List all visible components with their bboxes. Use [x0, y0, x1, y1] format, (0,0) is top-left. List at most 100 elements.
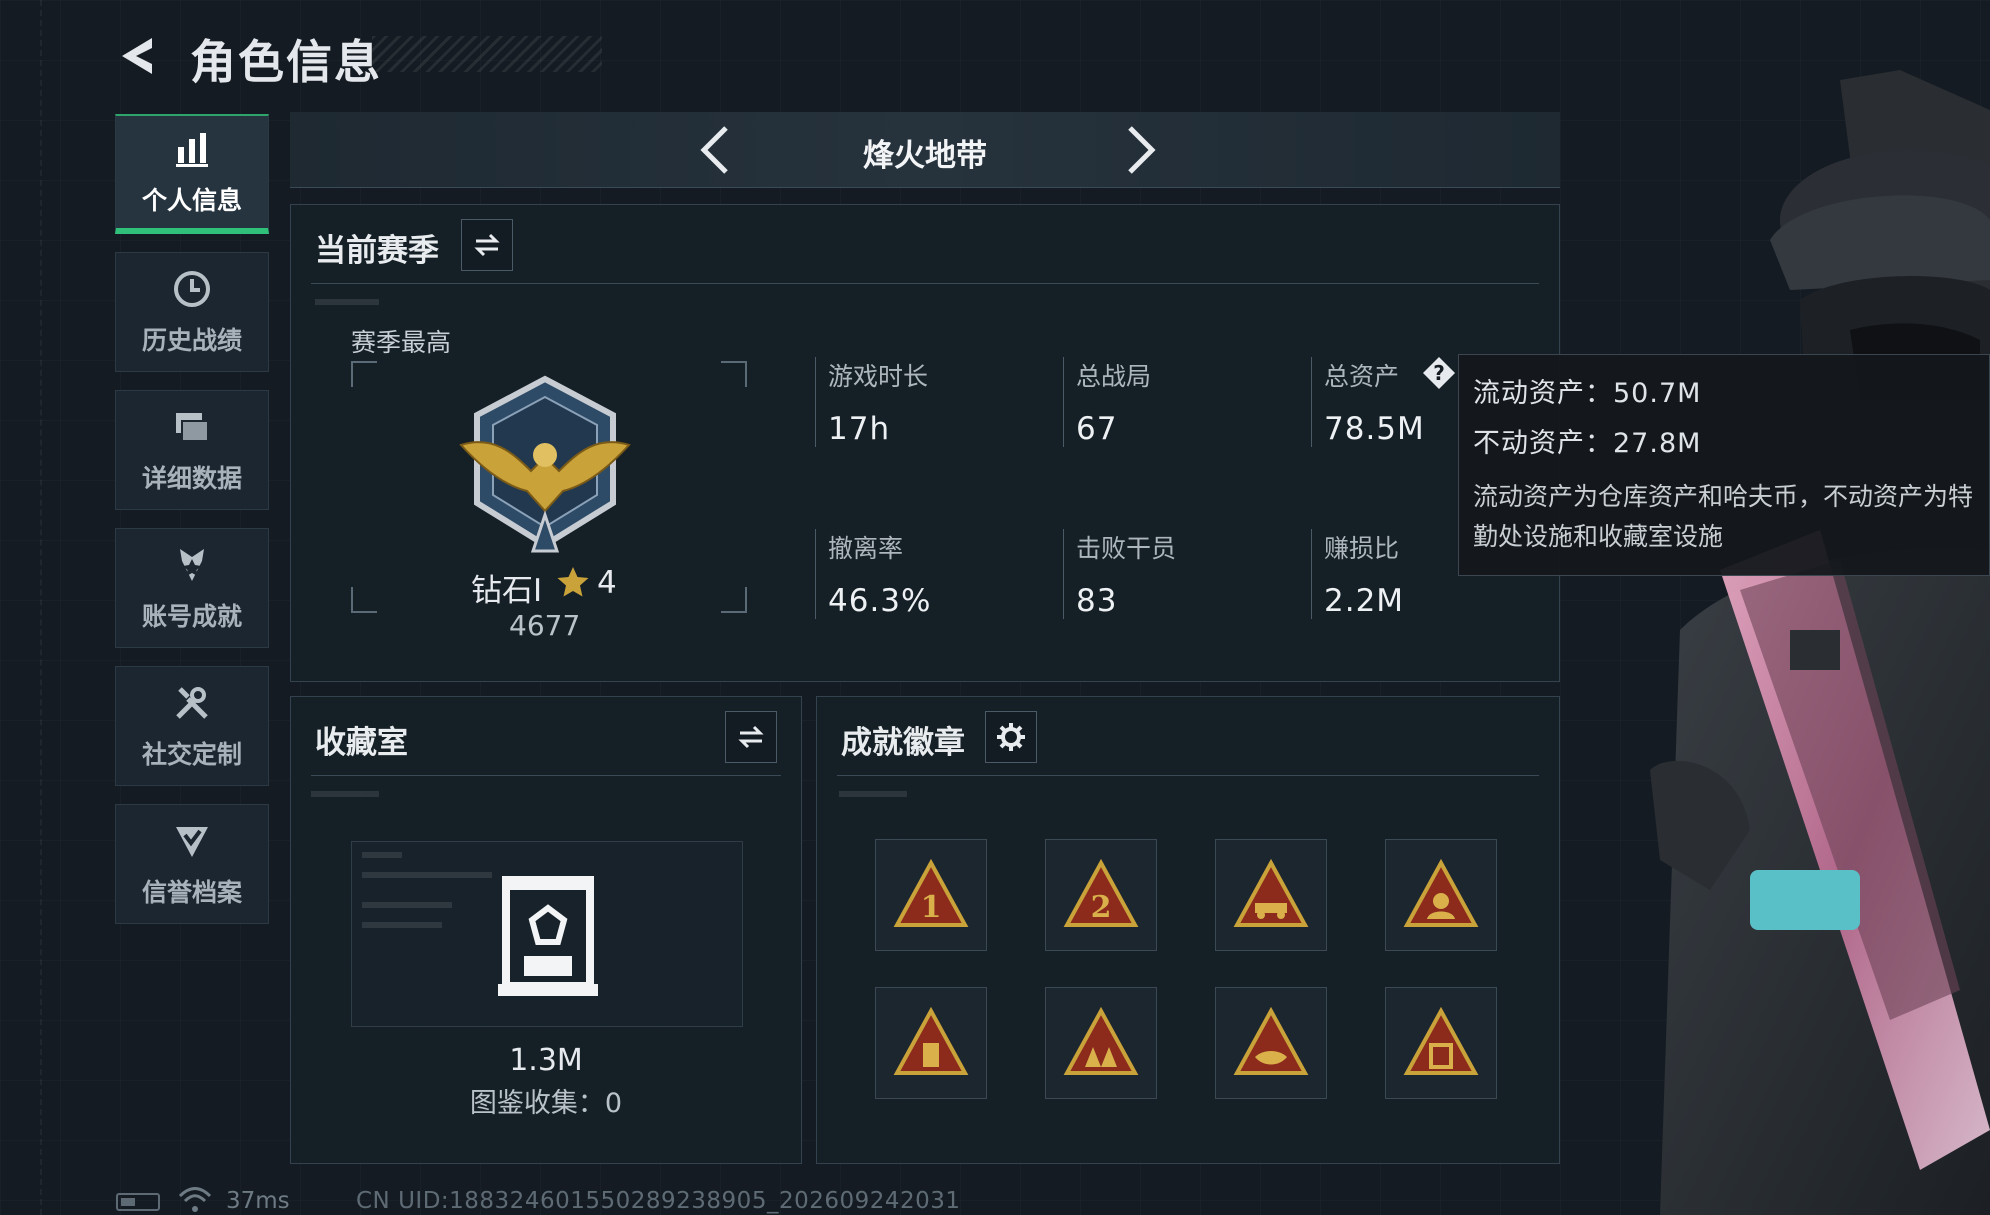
nav-item-reputation[interactable]: 信誉档案: [115, 804, 269, 924]
stat-label: 赚损比: [1324, 534, 1400, 563]
achievements-settings-button[interactable]: [985, 711, 1037, 763]
nav-item-history[interactable]: 历史战绩: [115, 252, 269, 372]
vehicle-badge-icon: [1233, 859, 1309, 927]
achievement-badge[interactable]: [1045, 987, 1157, 1099]
back-button[interactable]: [112, 30, 164, 82]
squad-badge-icon: [1063, 1007, 1139, 1075]
collection-switch-button[interactable]: [725, 711, 777, 763]
crate-badge-icon: [1403, 1007, 1479, 1075]
chevron-right-icon: [1128, 126, 1156, 174]
stat-profit-loss: 赚损比 2.2M: [1311, 529, 1404, 619]
stat-extraction-rate: 撤离率 46.3%: [815, 529, 931, 619]
diamond-rank-emblem-icon: [459, 375, 631, 553]
decor-text: [315, 299, 379, 305]
nav-label: 个人信息: [141, 186, 242, 215]
clock-icon: [170, 267, 214, 311]
eagle-badge-icon: [1233, 1007, 1309, 1075]
achievement-badge[interactable]: 1: [875, 839, 987, 951]
title-decoration: [372, 36, 602, 72]
nav-item-personal-info[interactable]: 个人信息: [115, 114, 269, 234]
back-arrow-icon: [122, 38, 152, 74]
nav-label: 详细数据: [141, 464, 242, 493]
season-switch-button[interactable]: [461, 219, 513, 271]
collection-panel: 收藏室 1.3M 图鉴收集：0: [290, 696, 802, 1164]
game-mode-title: 烽火地带: [863, 138, 987, 174]
rank-score: 4677: [509, 609, 581, 642]
number-one-badge-icon: 1: [893, 859, 969, 927]
number-two-badge-icon: 2: [1063, 859, 1139, 927]
star-icon: [557, 567, 589, 597]
collection-count: 图鉴收集：0: [469, 1088, 623, 1119]
vault-icon: [498, 876, 598, 996]
nav-label: 历史战绩: [141, 326, 242, 355]
nav-item-achievements[interactable]: 账号成就: [115, 528, 269, 648]
rank-name: 钻石Ⅰ: [471, 573, 543, 609]
fixed-assets: 不动资产：27.8M: [1473, 428, 1702, 459]
stat-total-matches: 总战局 67: [1063, 357, 1151, 447]
next-mode-button[interactable]: [1110, 122, 1166, 178]
achievement-badge[interactable]: [1385, 987, 1497, 1099]
character-portrait: [1650, 70, 1990, 1215]
swap-icon: [738, 725, 764, 749]
user-uid: CN UID:188324601550289238905_20260924203…: [356, 1188, 961, 1214]
wifi-icon: [178, 1187, 212, 1212]
divider: [837, 775, 1539, 776]
achievement-badge[interactable]: [1215, 839, 1327, 951]
assets-note: 流动资产为仓库资产和哈夫币，不动资产为特勤处设施和收藏室设施: [1473, 482, 1974, 551]
medal-icon: [170, 543, 214, 587]
achievements-panel: 成就徽章 1 2: [816, 696, 1560, 1164]
soldier-badge-icon: [1403, 859, 1479, 927]
achievement-badge[interactable]: [1215, 987, 1327, 1099]
liquid-assets: 流动资产：50.7M: [1473, 378, 1702, 409]
help-icon[interactable]: ?: [1422, 356, 1456, 390]
stat-value: 2.2M: [1324, 583, 1405, 619]
page-title: 角色信息: [190, 35, 382, 89]
stat-value: 46.3%: [828, 583, 932, 619]
swap-icon: [474, 233, 500, 257]
stacked-cards-icon: [170, 405, 214, 449]
assets-tooltip: 流动资产：50.7M 不动资产：27.8M 流动资产为仓库资产和哈夫币，不动资产…: [1458, 354, 1990, 576]
stat-label: 游戏时长: [828, 362, 929, 391]
stat-value: 67: [1076, 411, 1118, 447]
achievement-badge[interactable]: [1385, 839, 1497, 951]
divider: [311, 283, 1539, 284]
stat-label: 总资产: [1324, 362, 1400, 391]
ping-value: 37ms: [226, 1188, 290, 1214]
achievements-title: 成就徽章: [841, 725, 965, 761]
stat-value: 78.5M: [1324, 411, 1425, 447]
gear-icon: [997, 723, 1025, 751]
season-panel: 当前赛季 赛季最高 钻石Ⅰ 4 4677 游戏时长 17h 总战局 67 总资产…: [290, 204, 1560, 682]
season-title: 当前赛季: [315, 233, 439, 269]
bottle-badge-icon: [893, 1007, 969, 1075]
tools-icon: [170, 681, 214, 725]
shield-check-icon: [170, 819, 214, 863]
stat-operators-defeated: 击败干员 83: [1063, 529, 1176, 619]
nav-item-detailed-data[interactable]: 详细数据: [115, 390, 269, 510]
stat-play-time: 游戏时长 17h: [815, 357, 928, 447]
season-best-label: 赛季最高: [351, 328, 452, 357]
collection-value: 1.3M: [509, 1043, 583, 1078]
stat-label: 总战局: [1076, 362, 1152, 391]
nav-label: 信誉档案: [141, 878, 242, 907]
svg-text:?: ?: [1433, 361, 1445, 385]
nav-item-social[interactable]: 社交定制: [115, 666, 269, 786]
collection-title: 收藏室: [315, 725, 408, 761]
stat-label: 撤离率: [828, 534, 904, 563]
game-mode-selector: 烽火地带: [290, 112, 1560, 188]
divider: [311, 775, 781, 776]
stat-label: 击败干员: [1076, 534, 1177, 563]
rank-stars: 4: [597, 565, 617, 601]
nav-label: 账号成就: [141, 602, 242, 631]
stat-value: 83: [1076, 583, 1118, 619]
svg-text:2: 2: [1091, 890, 1112, 925]
bar-chart-icon: [170, 127, 214, 171]
svg-text:1: 1: [921, 890, 942, 925]
achievement-badge[interactable]: 2: [1045, 839, 1157, 951]
decor-text: [839, 791, 907, 797]
battery-icon: [116, 1193, 160, 1211]
achievement-badge[interactable]: [875, 987, 987, 1099]
nav-label: 社交定制: [141, 740, 242, 769]
collection-display[interactable]: [351, 841, 743, 1027]
decor-text: [311, 791, 379, 797]
stat-total-assets: 总资产 78.5M: [1311, 357, 1425, 447]
